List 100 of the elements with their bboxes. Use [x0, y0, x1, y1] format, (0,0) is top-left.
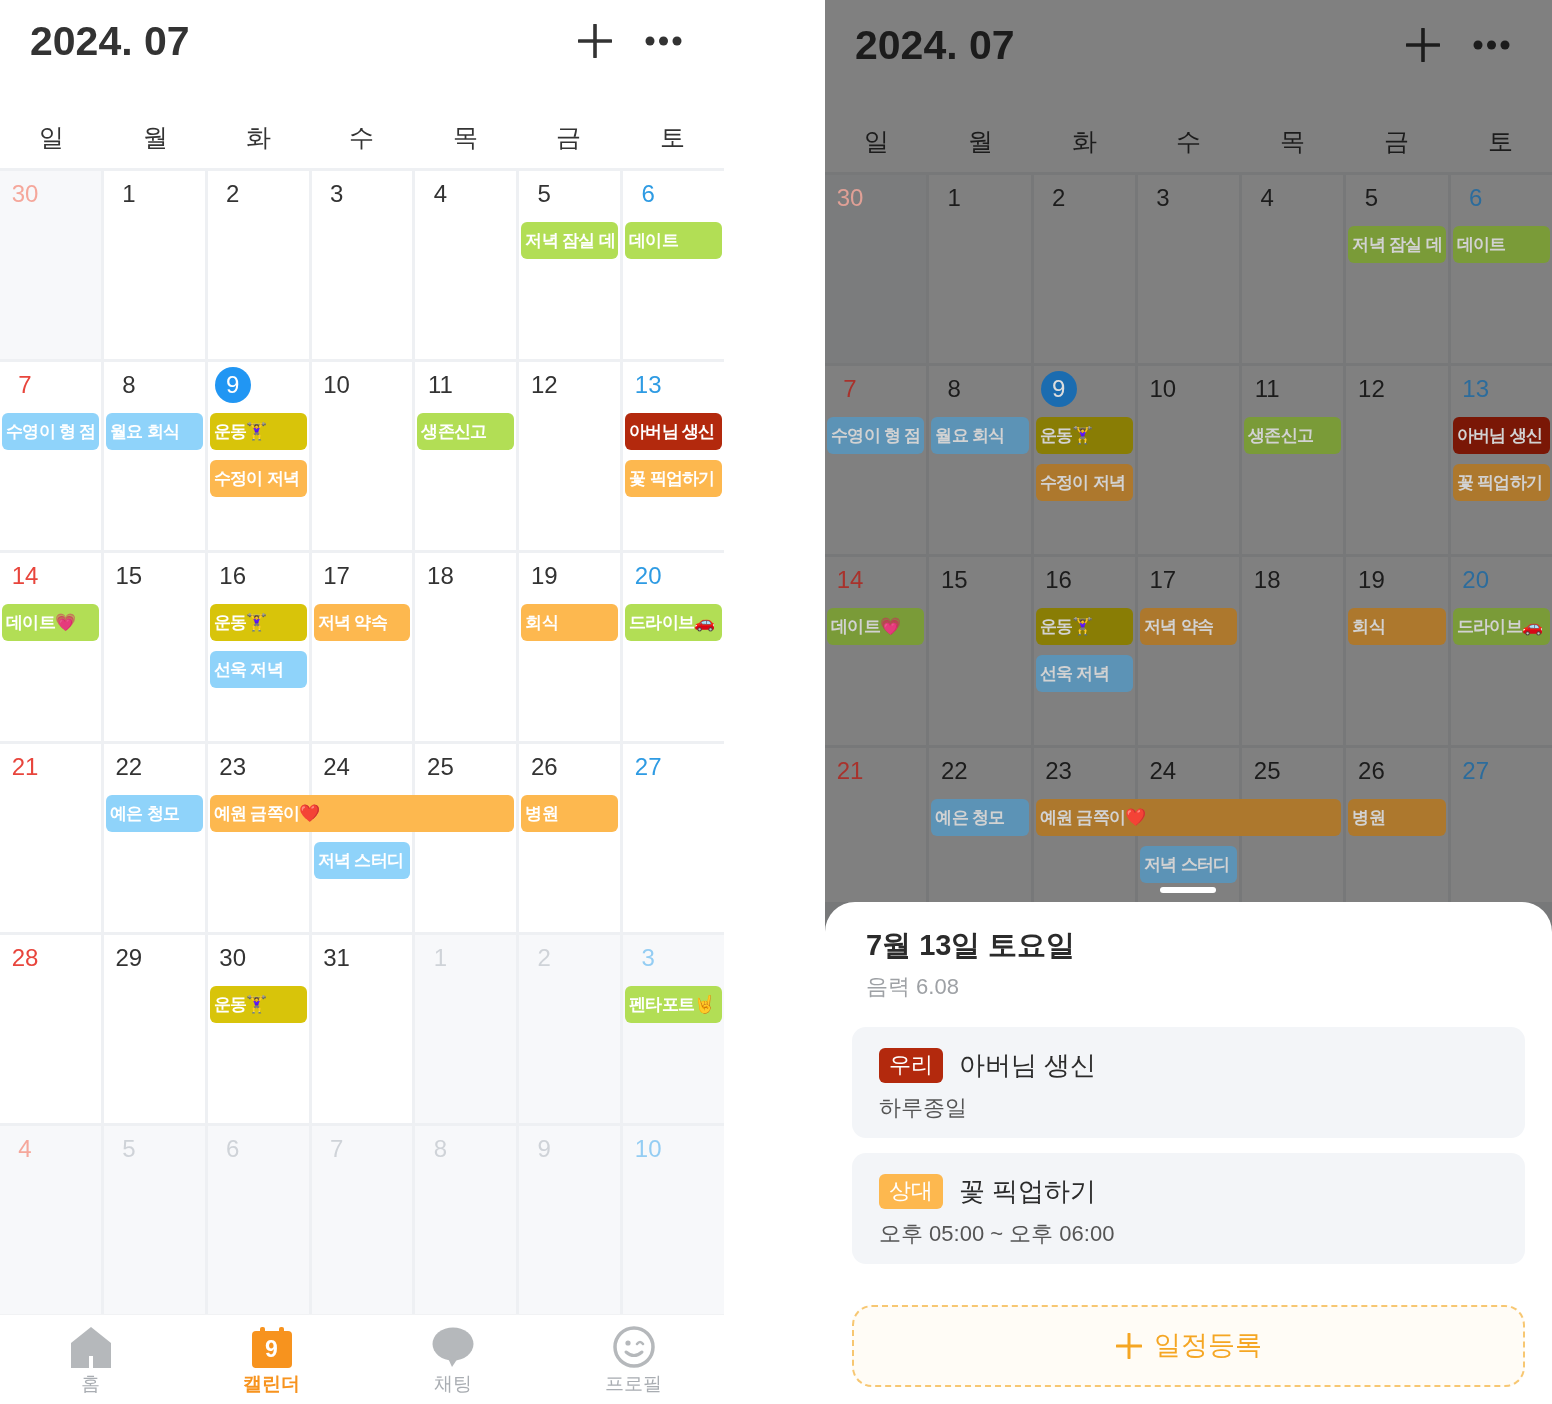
event-bar[interactable]: 운동🏋‍♀	[1035, 417, 1133, 454]
day-number[interactable]: 22	[110, 749, 147, 785]
event-bar[interactable]: 드라이브🚗	[625, 604, 722, 641]
nav-tab[interactable]: 9 캘린더	[181, 1315, 362, 1404]
day-number[interactable]: 18	[1249, 562, 1286, 598]
plus-icon[interactable]	[578, 24, 612, 58]
event-bar[interactable]: 저녁 스터디	[1139, 846, 1238, 883]
sheet-handle[interactable]	[1160, 887, 1216, 893]
event-bar[interactable]: 운동🏋‍♀	[209, 413, 307, 450]
day-number[interactable]: 4	[7, 1131, 43, 1167]
day-number[interactable]: 7	[7, 367, 43, 403]
event-bar[interactable]: 수정이 저녁	[209, 460, 307, 497]
event-bar[interactable]: 아버님 생신	[1452, 417, 1550, 454]
day-number[interactable]: 1	[936, 180, 973, 216]
day-number[interactable]: 22	[936, 753, 973, 789]
event-bar[interactable]: 저녁 약속	[313, 604, 411, 641]
event-bar[interactable]: 월요 회식	[931, 417, 1029, 454]
day-number[interactable]: 2	[1040, 180, 1077, 216]
day-number[interactable]: 18	[422, 558, 459, 594]
day-number[interactable]: 16	[1040, 562, 1077, 598]
day-number[interactable]: 26	[1353, 753, 1390, 789]
day-number[interactable]: 13	[1457, 371, 1494, 407]
day-number[interactable]: 19	[526, 558, 563, 594]
event-bar[interactable]: 생존신고	[417, 413, 515, 450]
day-number[interactable]: 3	[1144, 180, 1181, 216]
event-bar[interactable]: 운동🏋‍♀	[1035, 608, 1133, 645]
day-number[interactable]: 30	[214, 940, 251, 976]
event-bar[interactable]: 병원	[521, 795, 619, 832]
event-bar[interactable]: 예원 금쪽이❤	[209, 795, 515, 832]
day-number[interactable]: 21	[7, 749, 43, 785]
event-bar[interactable]: 저녁 약속	[1139, 608, 1238, 645]
day-number[interactable]: 27	[630, 749, 667, 785]
event-bar[interactable]: 선욱 저녁	[209, 651, 307, 688]
day-number[interactable]: 2	[214, 176, 251, 212]
event-bar[interactable]: 운동🏋‍♀	[209, 604, 307, 641]
day-number[interactable]: 31	[318, 940, 355, 976]
day-number[interactable]: 6	[1457, 180, 1494, 216]
event-bar[interactable]: 생존신고	[1244, 417, 1342, 454]
nav-tab[interactable]: 채팅	[362, 1315, 543, 1404]
event-bar[interactable]: 데이트	[1452, 226, 1550, 263]
day-number[interactable]: 11	[1249, 371, 1286, 407]
event-bar[interactable]: 수영이 형 점	[2, 413, 99, 450]
day-number[interactable]: 7	[832, 371, 868, 407]
day-number[interactable]: 17	[318, 558, 355, 594]
event-bar[interactable]: 예은 청모	[931, 799, 1029, 836]
day-number[interactable]: 23	[1040, 753, 1077, 789]
day-number[interactable]: 8	[936, 371, 973, 407]
day-number[interactable]: 28	[7, 940, 43, 976]
day-number[interactable]: 21	[832, 753, 868, 789]
day-number[interactable]: 11	[422, 367, 459, 403]
event-bar[interactable]: 꽃 픽업하기	[1452, 464, 1550, 501]
day-number[interactable]: 27	[1457, 753, 1494, 789]
day-number[interactable]: 5	[1353, 180, 1390, 216]
add-event-button[interactable]: 일정등록	[852, 1304, 1525, 1387]
day-number[interactable]: 30	[7, 176, 43, 212]
day-number[interactable]: 6	[630, 176, 667, 212]
day-number[interactable]: 13	[630, 367, 667, 403]
event-bar[interactable]: 수영이 형 점	[827, 417, 925, 454]
day-number[interactable]: 15	[110, 558, 147, 594]
day-number[interactable]: 19	[1353, 562, 1390, 598]
event-bar[interactable]: 회식	[1348, 608, 1446, 645]
day-number[interactable]: 17	[1144, 562, 1181, 598]
event-card[interactable]: 상대 꽃 픽업하기 오후 05:00 ~ 오후 06:00	[852, 1152, 1525, 1264]
event-bar[interactable]: 예원 금쪽이❤	[1035, 799, 1342, 836]
day-number[interactable]: 4	[1249, 180, 1286, 216]
day-number[interactable]: 10	[630, 1131, 667, 1167]
day-number[interactable]: 10	[318, 367, 355, 403]
event-bar[interactable]: 병원	[1348, 799, 1446, 836]
day-number[interactable]: 24	[1144, 753, 1181, 789]
day-number[interactable]: 24	[318, 749, 355, 785]
more-icon[interactable]	[645, 36, 682, 46]
event-bar[interactable]: 아버님 생신	[625, 413, 722, 450]
day-number[interactable]: 12	[526, 367, 563, 403]
event-bar[interactable]: 저녁 잠실 데	[1348, 226, 1446, 263]
day-number[interactable]: 20	[1457, 562, 1494, 598]
day-number[interactable]: 12	[1353, 371, 1390, 407]
event-bar[interactable]: 꽃 픽업하기	[625, 460, 722, 497]
day-number[interactable]: 14	[7, 558, 43, 594]
event-bar[interactable]: 데이트	[625, 222, 722, 259]
event-bar[interactable]: 드라이브🚗	[1452, 608, 1550, 645]
nav-tab[interactable]: 프로필	[543, 1315, 724, 1404]
day-number[interactable]: 25	[1249, 753, 1286, 789]
day-number[interactable]: 8	[110, 367, 147, 403]
event-card[interactable]: 우리 아버님 생신 하루종일	[852, 1026, 1525, 1138]
day-number[interactable]: 3	[630, 940, 667, 976]
event-bar[interactable]: 데이트💗	[2, 604, 99, 641]
day-number[interactable]: 30	[832, 180, 868, 216]
event-bar[interactable]: 월요 회식	[105, 413, 203, 450]
event-bar[interactable]: 선욱 저녁	[1035, 655, 1133, 692]
event-bar[interactable]: 예은 청모	[105, 795, 203, 832]
day-number[interactable]: 14	[832, 562, 868, 598]
event-bar[interactable]: 저녁 잠실 데	[521, 222, 619, 259]
day-number[interactable]: 15	[936, 562, 973, 598]
nav-tab[interactable]: 홈	[0, 1315, 181, 1404]
day-number[interactable]: 5	[526, 176, 563, 212]
day-number[interactable]: 29	[110, 940, 147, 976]
day-number[interactable]: 23	[214, 749, 251, 785]
day-number[interactable]: 3	[318, 176, 355, 212]
day-number[interactable]: 26	[526, 749, 563, 785]
event-bar[interactable]: 저녁 스터디	[313, 842, 411, 879]
